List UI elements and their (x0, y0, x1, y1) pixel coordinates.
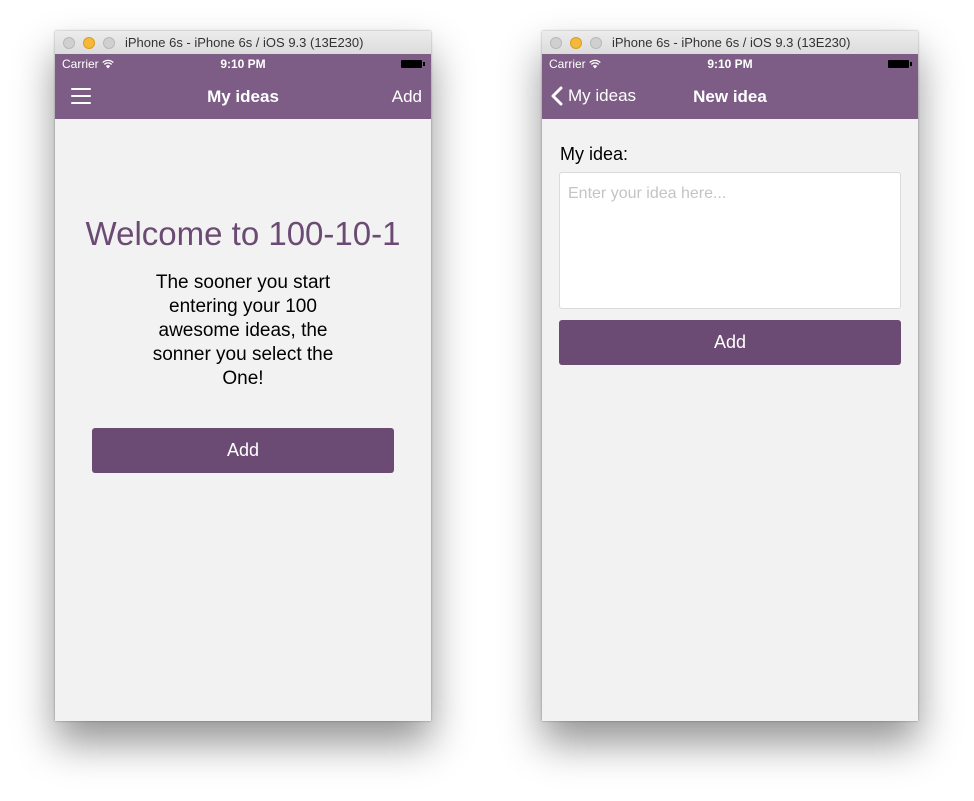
status-bar: Carrier 9:10 PM (55, 54, 431, 74)
nav-add-button[interactable]: Add (392, 87, 422, 107)
minimize-window-button[interactable] (83, 37, 95, 49)
app-header: Carrier 9:10 PM My ideas Add (55, 54, 431, 119)
close-window-button[interactable] (550, 37, 562, 49)
zoom-window-button[interactable] (590, 37, 602, 49)
window-title: iPhone 6s - iPhone 6s / iOS 9.3 (13E230) (612, 35, 851, 50)
close-window-button[interactable] (63, 37, 75, 49)
add-idea-button[interactable]: Add (92, 428, 394, 473)
simulator-window-my-ideas: iPhone 6s - iPhone 6s / iOS 9.3 (13E230)… (55, 31, 431, 721)
nav-title: New idea (693, 87, 767, 106)
idea-field-label: My idea: (560, 144, 629, 164)
nav-title: My ideas (207, 87, 279, 106)
status-time: 9:10 PM (707, 57, 753, 71)
app-header: Carrier 9:10 PM My ideas New idea (542, 54, 918, 119)
welcome-text: The sooner you start entering your 100 a… (152, 272, 334, 389)
window-titlebar: iPhone 6s - iPhone 6s / iOS 9.3 (13E230) (542, 31, 918, 55)
navigation-bar: My ideas New idea (542, 74, 918, 119)
welcome-heading: Welcome to 100-10-1 (85, 215, 401, 252)
idea-textarea[interactable]: Enter your idea here... (559, 172, 901, 309)
zoom-window-button[interactable] (103, 37, 115, 49)
minimize-window-button[interactable] (570, 37, 582, 49)
welcome-screen: Welcome to 100-10-1 The sooner you start… (55, 119, 431, 721)
submit-idea-button[interactable]: Add (559, 320, 901, 365)
navigation-bar: My ideas Add (55, 74, 431, 119)
status-bar: Carrier 9:10 PM (542, 54, 918, 74)
battery-icon (888, 60, 912, 68)
window-title: iPhone 6s - iPhone 6s / iOS 9.3 (13E230) (125, 35, 364, 50)
battery-icon (401, 60, 425, 68)
window-titlebar: iPhone 6s - iPhone 6s / iOS 9.3 (13E230) (55, 31, 431, 55)
status-time: 9:10 PM (220, 57, 266, 71)
new-idea-form: My idea: Enter your idea here... Add (542, 119, 918, 721)
simulator-window-new-idea: iPhone 6s - iPhone 6s / iOS 9.3 (13E230)… (542, 31, 918, 721)
